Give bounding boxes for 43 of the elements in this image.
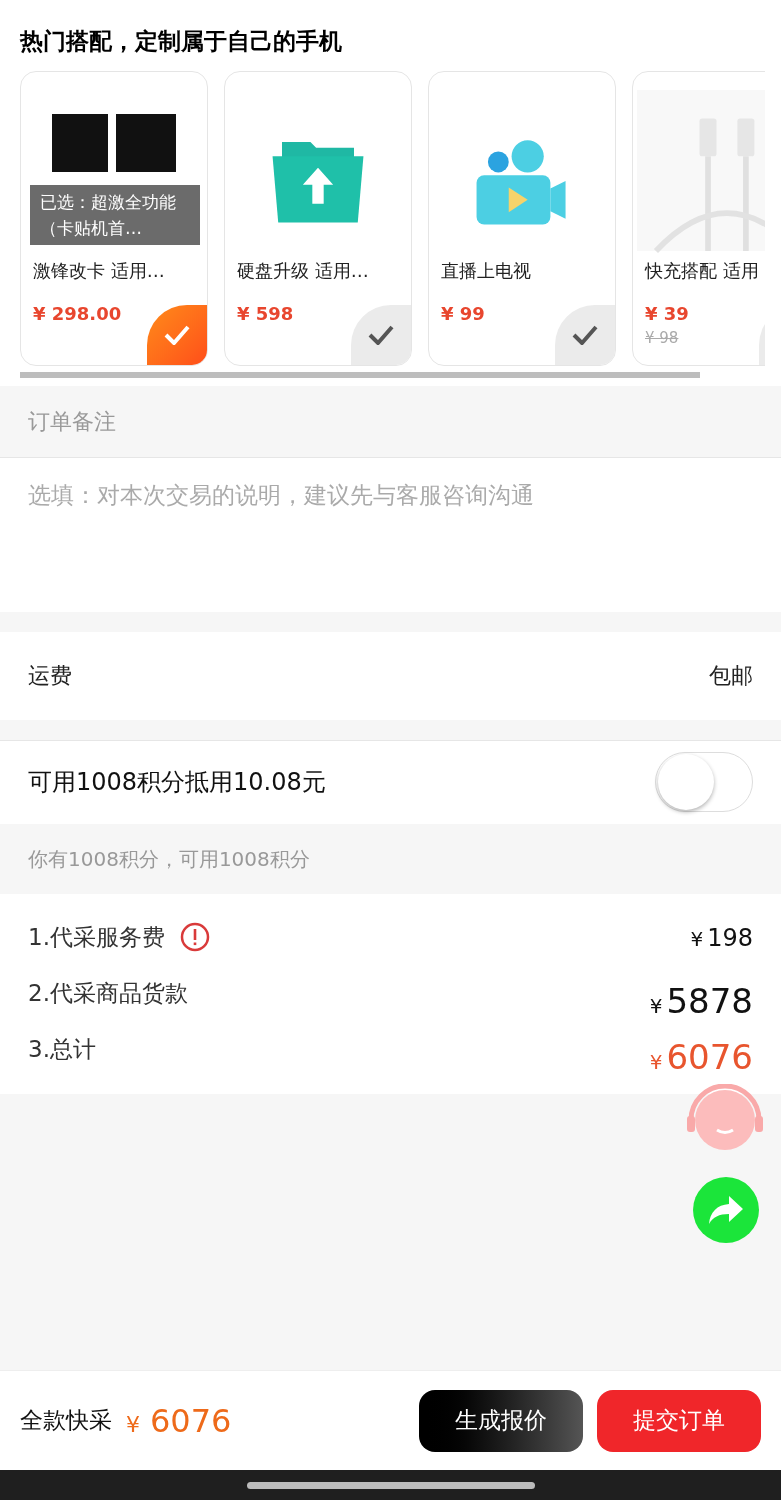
customer-service-icon[interactable]: [687, 1084, 763, 1152]
points-hint: 你有1008积分，可用1008积分: [27, 845, 311, 873]
shipping-label: 运费: [28, 662, 72, 690]
product-title: 快充搭配 适用: [643, 258, 760, 283]
check-badge[interactable]: [351, 304, 411, 365]
checkmark-icon: [572, 324, 598, 345]
product-card[interactable]: 直播上电视 ¥ 99: [428, 70, 616, 366]
checkmark-icon: [368, 324, 394, 345]
total-price: ¥ 6076: [126, 1400, 232, 1442]
product-card[interactable]: 硬盘升级 适用… ¥ 598: [224, 70, 412, 366]
shipping-value: 包邮: [709, 662, 753, 690]
product-title: 直播上电视: [440, 258, 532, 283]
fee-label: 3.总计: [28, 1034, 96, 1064]
product-price: ¥ 598: [236, 301, 295, 326]
check-badge[interactable]: [147, 304, 207, 365]
product-price: ¥ 298.00: [32, 301, 123, 326]
submit-order-button[interactable]: 提交订单: [597, 1389, 761, 1452]
product-price: ¥ 39: [644, 301, 690, 326]
quote-button[interactable]: 生成报价: [419, 1389, 583, 1452]
total-label: 全款快采: [20, 1406, 112, 1436]
product-card[interactable]: 快充搭配 适用 ¥ 39 ¥ 98: [632, 70, 765, 366]
points-toggle[interactable]: [655, 752, 753, 812]
check-badge[interactable]: [555, 304, 615, 365]
remark-field[interactable]: 选填：对本次交易的说明，建议先与客服咨询沟通: [0, 457, 781, 612]
fee-amount: ¥ 198: [690, 922, 753, 954]
home-indicator[interactable]: [246, 1481, 535, 1489]
product-card[interactable]: 已选：超激全功能（卡贴机首… 激锋改卡 适用… ¥ 298.00: [20, 70, 208, 366]
remark-header: 订单备注: [0, 385, 781, 458]
product-title: 激锋改卡 适用…: [32, 258, 166, 283]
fee-label: 1.代采服务费: [28, 922, 165, 952]
fee-amount: ¥6076: [649, 1035, 753, 1079]
product-price: ¥ 99: [440, 301, 486, 326]
section-title: 热门搭配，定制属于自己的手机: [18, 27, 343, 56]
scrollbar[interactable]: [20, 371, 700, 378]
alert-icon[interactable]: [178, 920, 211, 953]
product-title: 硬盘升级 适用…: [236, 258, 370, 283]
selected-option-label: 已选：超激全功能（卡贴机首…: [30, 184, 200, 245]
original-price: ¥ 98: [644, 327, 680, 349]
checkmark-icon: [164, 324, 190, 345]
fee-amount: ¥5878: [649, 979, 753, 1023]
fee-label: 2.代采商品货款: [28, 978, 188, 1008]
points-label: 可用1008积分抵用10.08元: [28, 767, 326, 798]
share-arrow-icon: [707, 1194, 745, 1226]
